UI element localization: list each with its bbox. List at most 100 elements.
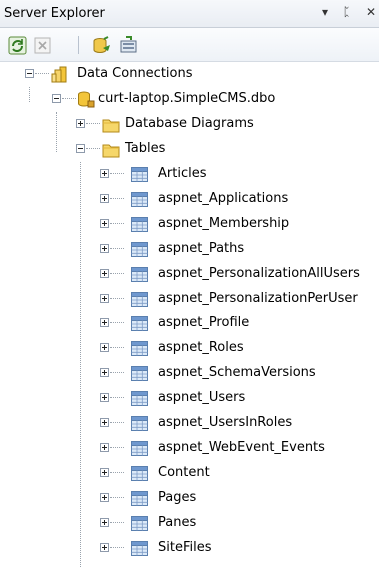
tree-connector (110, 173, 124, 174)
table-icon (131, 416, 148, 431)
table-row[interactable]: aspnet_Paths (0, 237, 379, 262)
tree-connector (35, 73, 49, 74)
expand-toggle[interactable] (100, 294, 109, 303)
expand-toggle[interactable] (100, 169, 109, 178)
table-icon (131, 341, 148, 356)
tree-connector (110, 273, 124, 274)
table-name: SiteFiles (158, 540, 212, 555)
refresh-button[interactable] (7, 35, 29, 57)
table-row[interactable]: aspnet_UsersInRoles (0, 411, 379, 436)
table-icon (131, 441, 148, 456)
table-row[interactable]: aspnet_Users (0, 386, 379, 411)
database-connection-icon (78, 91, 95, 108)
window-position-dropdown-icon[interactable]: ▾ (322, 5, 328, 19)
table-icon (131, 267, 148, 282)
folder-open-icon (102, 144, 120, 158)
table-icon (131, 391, 148, 406)
table-row[interactable]: aspnet_Applications (0, 187, 379, 212)
server-explorer-tree: Data Connections curt-laptop.SimpleCMS.d… (0, 62, 379, 567)
expand-toggle[interactable] (100, 443, 109, 452)
table-row[interactable]: Pages (0, 486, 379, 511)
connect-to-server-button[interactable] (118, 35, 140, 57)
close-icon[interactable]: ✕ (366, 5, 376, 19)
table-name: aspnet_Applications (158, 191, 289, 206)
table-icon (131, 541, 148, 556)
stop-refresh-icon (34, 37, 51, 54)
table-icon (131, 217, 148, 232)
table-row[interactable]: aspnet_SchemaVersions (0, 361, 379, 386)
tree-node-database-diagrams[interactable]: Database Diagrams (0, 112, 379, 137)
expand-toggle[interactable] (100, 368, 109, 377)
expand-toggle[interactable] (76, 119, 85, 128)
toolbar (0, 28, 379, 62)
table-name: aspnet_UsersInRoles (158, 415, 293, 430)
expand-toggle[interactable] (100, 343, 109, 352)
data-connections-icon (51, 66, 67, 83)
expand-toggle[interactable] (100, 269, 109, 278)
expand-toggle[interactable] (100, 418, 109, 427)
folder-icon (102, 119, 120, 133)
table-name: aspnet_WebEvent_Events (158, 440, 325, 455)
collapse-toggle[interactable] (76, 144, 85, 153)
table-row[interactable]: aspnet_Membership (0, 212, 379, 237)
table-row[interactable]: Articles (0, 162, 379, 187)
collapse-toggle[interactable] (25, 69, 34, 78)
tree-connector (110, 223, 124, 224)
table-row[interactable]: aspnet_PersonalizationPerUser (0, 287, 379, 312)
expand-toggle[interactable] (100, 518, 109, 527)
table-name: aspnet_Profile (158, 315, 250, 330)
tree-connector (110, 422, 124, 423)
table-name: aspnet_PersonalizationAllUsers (158, 266, 360, 281)
table-icon (131, 516, 148, 531)
tree-connector (110, 497, 124, 498)
table-name: aspnet_Roles (158, 340, 244, 355)
expand-toggle[interactable] (100, 493, 109, 502)
table-icon (131, 242, 148, 257)
table-name: aspnet_Paths (158, 241, 245, 256)
tree-connector (110, 522, 124, 523)
table-name: Panes (158, 515, 197, 530)
expand-toggle[interactable] (100, 468, 109, 477)
auto-hide-pin-icon[interactable]: ᛈ (343, 5, 350, 19)
stop-refresh-button[interactable] (33, 35, 55, 57)
table-icon (131, 466, 148, 481)
tree-connector (110, 397, 124, 398)
tree-node-connection[interactable]: curt-laptop.SimpleCMS.dbo (0, 87, 379, 112)
expand-toggle[interactable] (100, 219, 109, 228)
toolbar-separator (78, 36, 79, 54)
tree-connector (110, 198, 124, 199)
expand-toggle[interactable] (100, 194, 109, 203)
panel-title: Server Explorer (4, 6, 105, 21)
table-row[interactable]: aspnet_Roles (0, 336, 379, 361)
tree-node-tables[interactable]: Tables (0, 137, 379, 162)
refresh-icon (8, 36, 27, 55)
table-icon (131, 491, 148, 506)
expand-toggle[interactable] (100, 244, 109, 253)
expand-toggle[interactable] (100, 543, 109, 552)
expand-toggle[interactable] (100, 318, 109, 327)
tree-node-data-connections[interactable]: Data Connections (0, 62, 379, 87)
table-row[interactable]: aspnet_Profile (0, 311, 379, 336)
table-icon (131, 366, 148, 381)
expand-toggle[interactable] (100, 393, 109, 402)
table-row[interactable]: aspnet_PersonalizationAllUsers (0, 262, 379, 287)
table-name: aspnet_Users (158, 390, 246, 405)
table-name: aspnet_Membership (158, 216, 290, 231)
table-icon (131, 316, 148, 331)
table-row[interactable]: SiteFiles (0, 536, 379, 561)
table-icon (131, 167, 148, 182)
table-name: aspnet_SchemaVersions (158, 365, 316, 380)
table-name: aspnet_PersonalizationPerUser (158, 291, 358, 306)
tree-node-label: Data Connections (77, 66, 193, 81)
tree-connector (62, 98, 76, 99)
tree-node-label: Tables (125, 141, 166, 156)
table-row[interactable]: Content (0, 461, 379, 486)
tree-node-label: curt-laptop.SimpleCMS.dbo (98, 91, 276, 106)
collapse-toggle[interactable] (52, 94, 61, 103)
table-row[interactable]: Panes (0, 511, 379, 536)
connect-to-server-icon (120, 36, 137, 53)
connect-to-database-button[interactable] (91, 35, 113, 57)
table-row[interactable]: aspnet_WebEvent_Events (0, 436, 379, 461)
panel-titlebar: Server Explorer ▾ ᛈ ✕ (0, 0, 379, 28)
tree-connector (110, 347, 124, 348)
